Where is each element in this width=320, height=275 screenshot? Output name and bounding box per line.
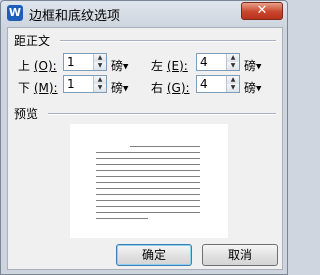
preview-text-line	[96, 218, 148, 219]
preview-text-line	[96, 194, 200, 195]
preview-text-line	[96, 170, 200, 171]
spin-up-icon[interactable]: ▲	[93, 54, 106, 62]
preview-page	[70, 124, 228, 238]
left-margin-unit-dropdown[interactable]: 磅▼	[244, 57, 261, 74]
right-margin-spinner[interactable]: 4 ▲ ▼	[196, 75, 240, 93]
bottom-margin-label: 下 (M):	[18, 81, 58, 95]
ok-button[interactable]: 确定	[116, 244, 192, 266]
spin-down-icon[interactable]: ▼	[93, 62, 106, 70]
preview-text-line	[130, 146, 200, 147]
spin-down-icon[interactable]: ▼	[93, 84, 106, 92]
close-icon: ✕	[256, 3, 268, 18]
wps-writer-icon: W	[7, 5, 23, 21]
top-margin-spinner[interactable]: 1 ▲ ▼	[63, 53, 107, 71]
preview-section-title: 预览	[14, 105, 39, 122]
left-margin-spinner[interactable]: 4 ▲ ▼	[196, 53, 240, 71]
left-margin-value[interactable]: 4	[200, 55, 208, 69]
cancel-button[interactable]: 取消	[202, 244, 278, 266]
title-bar[interactable]: W 边框和底纹选项 ✕	[1, 1, 287, 27]
dialog-body: 距正文 上 (O): 1 ▲ ▼ 磅▼ 左 (E): 4 ▲ ▼ 磅▼ 下 (M…	[7, 27, 283, 270]
bottom-margin-unit-dropdown[interactable]: 磅▼	[111, 79, 128, 96]
section-divider	[48, 113, 276, 115]
margins-section-title: 距正文	[14, 32, 51, 49]
preview-text-line	[96, 188, 200, 189]
left-margin-label: 左 (E):	[151, 59, 188, 73]
preview-text-line	[96, 200, 200, 201]
right-margin-label: 右 (G):	[151, 81, 190, 95]
preview-text-line	[96, 158, 200, 159]
top-margin-value[interactable]: 1	[67, 55, 75, 69]
chevron-down-icon: ▼	[256, 84, 262, 93]
right-margin-value[interactable]: 4	[200, 77, 208, 91]
chevron-down-icon: ▼	[256, 62, 262, 71]
preview-text-line	[96, 176, 200, 177]
spin-up-icon[interactable]: ▲	[226, 54, 239, 62]
bottom-margin-value[interactable]: 1	[67, 77, 75, 91]
spin-up-icon[interactable]: ▲	[93, 76, 106, 84]
preview-text-line	[96, 182, 200, 183]
spin-down-icon[interactable]: ▼	[226, 62, 239, 70]
dialog-window: W 边框和底纹选项 ✕ 距正文 上 (O): 1 ▲ ▼ 磅▼ 左 (E): 4…	[0, 0, 288, 275]
top-margin-label: 上 (O):	[18, 59, 57, 73]
preview-text-line	[96, 152, 200, 153]
close-button[interactable]: ✕	[241, 2, 283, 20]
section-divider	[60, 40, 276, 42]
preview-text-line	[96, 164, 200, 165]
chevron-down-icon: ▼	[123, 62, 129, 71]
bottom-margin-spinner[interactable]: 1 ▲ ▼	[63, 75, 107, 93]
dialog-title: 边框和底纹选项	[29, 9, 121, 24]
spin-down-icon[interactable]: ▼	[226, 84, 239, 92]
right-margin-unit-dropdown[interactable]: 磅▼	[244, 79, 261, 96]
spin-up-icon[interactable]: ▲	[226, 76, 239, 84]
chevron-down-icon: ▼	[123, 84, 129, 93]
preview-text-line	[96, 212, 200, 213]
preview-text-line	[96, 206, 200, 207]
top-margin-unit-dropdown[interactable]: 磅▼	[111, 57, 128, 74]
